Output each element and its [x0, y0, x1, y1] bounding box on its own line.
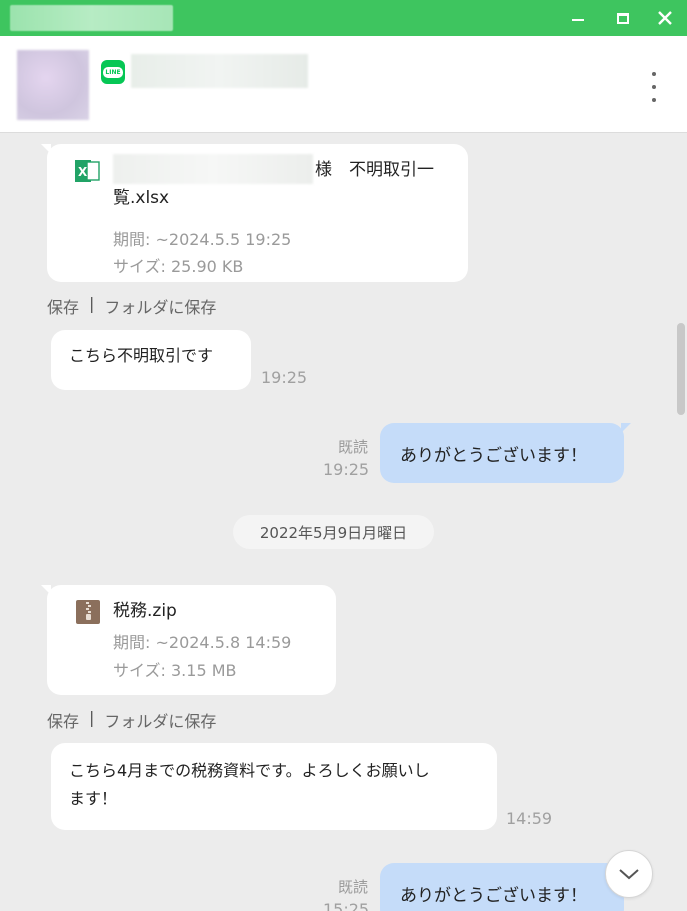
scroll-to-bottom-button[interactable] — [605, 850, 653, 898]
message-text-line2: ます！ — [69, 789, 118, 808]
incoming-message[interactable]: こちら4月までの税務資料です。よろしくお願いし ます！ — [51, 743, 497, 830]
message-time: 14:59 — [506, 809, 553, 828]
read-status: 既読 — [338, 878, 369, 896]
window-title-redacted — [10, 5, 173, 31]
file-save-actions: 保存 | フォルダに保存 — [47, 708, 216, 732]
more-vertical-icon[interactable] — [644, 72, 664, 102]
outgoing-message[interactable]: ありがとうございます！ — [380, 423, 631, 483]
message-time: 19:25 — [261, 368, 308, 387]
file-name-suffix: 様 不明取引一 — [315, 160, 434, 180]
chat-header: LINE — [0, 36, 687, 133]
message-text: ありがとうございます！ — [400, 445, 587, 466]
title-bar — [0, 0, 687, 36]
file-size: サイズ: 3.15 MB — [113, 661, 237, 680]
file-period: 期間: ~2024.5.8 14:59 — [113, 633, 292, 652]
chevron-down-icon — [619, 869, 639, 880]
outgoing-message[interactable]: ありがとうございます！ — [380, 863, 631, 911]
file-message-card[interactable]: 税務.zip 期間: ~2024.5.8 14:59 サイズ: 3.15 MB — [41, 585, 336, 695]
save-link[interactable]: 保存 — [47, 708, 79, 732]
chat-area[interactable]: X 様 不明取引一 覧.xlsx 期間: ~2024.5.5 19:25 サイズ… — [0, 134, 687, 911]
message-time: 19:25 — [323, 460, 370, 479]
save-to-folder-link[interactable]: フォルダに保存 — [104, 294, 216, 318]
message-time: 15:25 — [323, 900, 370, 911]
svg-text:X: X — [78, 165, 88, 179]
save-to-folder-link[interactable]: フォルダに保存 — [104, 708, 216, 732]
contact-name-redacted — [131, 54, 308, 88]
read-status: 既読 — [338, 438, 369, 456]
zip-file-icon — [76, 600, 100, 624]
file-size: サイズ: 25.90 KB — [113, 257, 244, 276]
action-separator: | — [89, 708, 95, 727]
file-name-redacted — [113, 154, 313, 184]
date-separator: 2022年5月9日月曜日 — [233, 515, 434, 549]
file-name: 税務.zip — [113, 601, 177, 621]
action-separator: | — [89, 294, 95, 313]
excel-file-icon: X — [75, 160, 100, 182]
file-period: 期間: ~2024.5.5 19:25 — [113, 230, 292, 249]
incoming-message[interactable]: こちら不明取引です — [51, 330, 251, 390]
minimize-icon[interactable] — [556, 0, 600, 36]
save-link[interactable]: 保存 — [47, 294, 79, 318]
message-text-line1: こちら4月までの税務資料です。よろしくお願いし — [69, 761, 430, 780]
file-name-line2: 覧.xlsx — [113, 188, 170, 208]
line-app-icon: LINE — [101, 60, 125, 84]
message-text: ありがとうございます！ — [400, 885, 587, 906]
scrollbar-thumb[interactable] — [677, 323, 685, 415]
message-text: こちら不明取引です — [69, 346, 214, 365]
file-save-actions: 保存 | フォルダに保存 — [47, 294, 216, 318]
file-message-card[interactable]: X 様 不明取引一 覧.xlsx 期間: ~2024.5.5 19:25 サイズ… — [41, 144, 468, 282]
scrollbar[interactable] — [674, 134, 687, 911]
close-icon[interactable] — [643, 0, 687, 36]
maximize-icon[interactable] — [601, 0, 645, 36]
avatar[interactable] — [17, 50, 89, 120]
